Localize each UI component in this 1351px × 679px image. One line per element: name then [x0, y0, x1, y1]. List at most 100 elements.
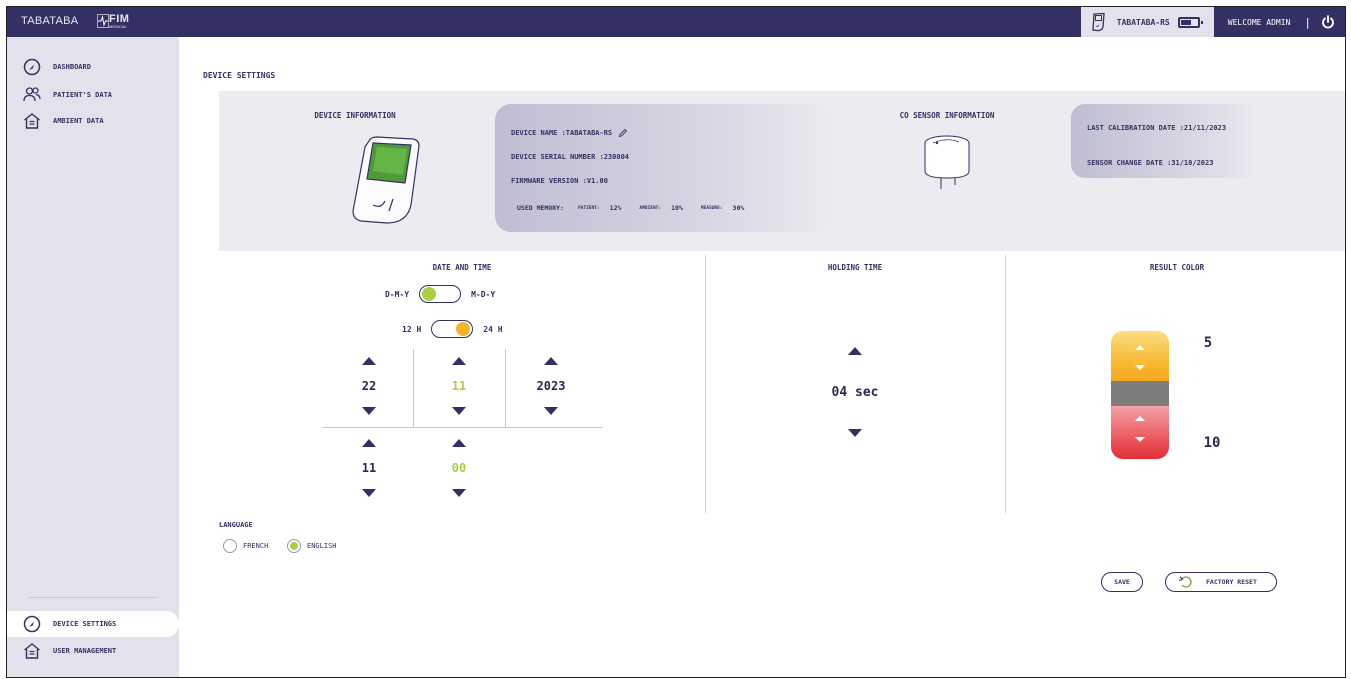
- logo-subtext: MEDICAL: [109, 24, 127, 29]
- spinner-divider: [413, 349, 414, 427]
- month-down-arrow[interactable]: [452, 407, 466, 415]
- power-icon[interactable]: [1321, 15, 1335, 29]
- english-radio[interactable]: [287, 539, 301, 553]
- factory-reset-button[interactable]: FACTORY RESET: [1165, 572, 1277, 592]
- device-name-row: DEVICE NAME :TABATABA-RS: [511, 128, 628, 138]
- sidebar-item-label: DASHBOARD: [53, 63, 91, 71]
- edit-pencil-icon[interactable]: [618, 128, 628, 138]
- holding-time-value: 04 sec: [831, 385, 879, 400]
- holding-time-down-arrow[interactable]: [848, 429, 862, 437]
- day-down-arrow[interactable]: [362, 407, 376, 415]
- french-radio[interactable]: [223, 539, 237, 553]
- holding-time-up-arrow[interactable]: [848, 347, 862, 355]
- firmware-version: FIRMWARE VERSION :V1.00: [511, 177, 608, 185]
- connected-device[interactable]: TABATABA-RS: [1080, 7, 1214, 37]
- sidebar: DASHBOARD PATIENT'S DATA AMBIENT DATA DE…: [7, 37, 179, 677]
- sidebar-item-user-management[interactable]: USER MANAGEMENT: [23, 641, 116, 661]
- save-button[interactable]: SAVE: [1101, 572, 1143, 592]
- sensor-info-card: LAST CALIBRATION DATE :21/11/2023 SENSOR…: [1071, 104, 1259, 178]
- spinner-divider: [323, 427, 603, 428]
- month-value: 11: [451, 379, 467, 393]
- year-down-arrow[interactable]: [544, 407, 558, 415]
- red-up-arrow[interactable]: [1135, 416, 1145, 421]
- red-zone: [1111, 406, 1169, 459]
- device-info-card: DEVICE NAME :TABATABA-RS DEVICE SERIAL N…: [495, 104, 835, 232]
- yellow-down-arrow[interactable]: [1135, 365, 1145, 370]
- sidebar-item-dashboard[interactable]: DASHBOARD: [23, 57, 91, 77]
- house-icon: [24, 113, 40, 129]
- date-format-mdy-label: M-D-Y: [471, 289, 496, 299]
- house-icon: [24, 643, 40, 659]
- toggle-knob: [456, 322, 471, 336]
- brand-name: TABATABA: [21, 15, 79, 27]
- toggle-knob: [422, 287, 437, 301]
- language-title: LANGUAGE: [219, 521, 253, 529]
- hour-value: 11: [361, 461, 377, 475]
- sidebar-item-label: AMBIENT DATA: [53, 117, 104, 125]
- memory-value-measure: 30%: [732, 204, 745, 212]
- hour-format-24h-label: 24 H: [483, 324, 503, 334]
- memory-key-patient: PATIENT:: [577, 205, 600, 211]
- month-up-arrow[interactable]: [452, 357, 466, 365]
- sidebar-item-patients-data[interactable]: PATIENT'S DATA: [23, 85, 112, 105]
- day-up-arrow[interactable]: [362, 357, 376, 365]
- minute-down-arrow[interactable]: [452, 489, 466, 497]
- page-title: DEVICE SETTINGS: [203, 71, 276, 80]
- co-sensor-illustration: [924, 135, 970, 189]
- french-label: FRENCH: [243, 542, 269, 550]
- dashboard-icon: [23, 58, 41, 76]
- date-format-dmy-label: D-M-Y: [385, 289, 410, 299]
- red-down-arrow[interactable]: [1135, 437, 1145, 442]
- day-value: 22: [361, 379, 377, 393]
- device-name-label: TABATABA-RS: [1116, 17, 1170, 27]
- result-lower-threshold: 10: [1203, 435, 1221, 451]
- result-color-scale: [1111, 331, 1169, 459]
- app-window: TABATABA FIM MEDICAL TABATABA-RS WELCOME…: [6, 6, 1346, 678]
- holding-time-title: HOLDING TIME: [827, 263, 883, 272]
- memory-key-measure: MEASURE:: [700, 205, 723, 211]
- hour-up-arrow[interactable]: [362, 439, 376, 447]
- co-sensor-information-title: CO SENSOR INFORMATION: [899, 111, 995, 120]
- top-bar: TABATABA FIM MEDICAL TABATABA-RS WELCOME…: [7, 7, 1345, 37]
- reset-icon: [1178, 576, 1192, 588]
- yellow-zone: [1111, 331, 1169, 381]
- date-and-time-title: DATE AND TIME: [432, 263, 492, 272]
- dashboard-icon: [23, 615, 41, 633]
- top-right-group: TABATABA-RS WELCOME ADMIN |: [1080, 7, 1345, 37]
- radio-selected-dot: [290, 542, 298, 550]
- memory-value-ambient: 10%: [671, 204, 683, 212]
- minute-up-arrow[interactable]: [452, 439, 466, 447]
- sidebar-item-label: DEVICE SETTINGS: [53, 620, 117, 628]
- sidebar-item-label: USER MANAGEMENT: [53, 647, 117, 655]
- result-color-title: RESULT COLOR: [1149, 263, 1205, 272]
- device-information-title: DEVICE INFORMATION: [314, 111, 396, 120]
- hour-format-12h-label: 12 H: [402, 324, 422, 334]
- hour-format-toggle[interactable]: [431, 320, 474, 338]
- hour-down-arrow[interactable]: [362, 489, 376, 497]
- welcome-text: WELCOME ADMIN: [1227, 17, 1291, 27]
- sensor-change-date: SENSOR CHANGE DATE :31/10/2023: [1087, 159, 1214, 167]
- last-calibration-date: LAST CALIBRATION DATE :21/11/2023: [1087, 124, 1227, 132]
- memory-value-patient: 12%: [609, 204, 622, 212]
- used-memory-row: USED MEMORY: PATIENT: 12% AMBIENT: 10% M…: [517, 204, 762, 212]
- device-illustration: [352, 136, 420, 224]
- sidebar-item-ambient-data[interactable]: AMBIENT DATA: [23, 111, 104, 131]
- device-icon: [1092, 12, 1105, 32]
- logo-icon: [97, 14, 109, 28]
- used-memory-label: USED MEMORY:: [517, 204, 564, 212]
- fim-logo: FIM MEDICAL: [97, 12, 137, 32]
- year-up-arrow[interactable]: [544, 357, 558, 365]
- sidebar-item-label: PATIENT'S DATA: [53, 91, 113, 99]
- sidebar-item-device-settings[interactable]: DEVICE SETTINGS: [23, 614, 116, 634]
- sidebar-divider: [29, 597, 157, 598]
- date-format-toggle-row: D-M-Y M-D-Y: [385, 285, 495, 303]
- date-format-toggle[interactable]: [419, 285, 462, 303]
- english-label: ENGLISH: [307, 542, 337, 550]
- device-serial: DEVICE SERIAL NUMBER :230004: [511, 153, 630, 161]
- result-upper-threshold: 5: [1203, 335, 1213, 351]
- yellow-up-arrow[interactable]: [1135, 345, 1145, 350]
- hour-format-toggle-row: 12 H 24 H: [402, 320, 503, 338]
- device-name: DEVICE NAME :TABATABA-RS: [511, 129, 613, 137]
- minute-value: 00: [451, 461, 467, 475]
- separator: |: [1304, 15, 1311, 29]
